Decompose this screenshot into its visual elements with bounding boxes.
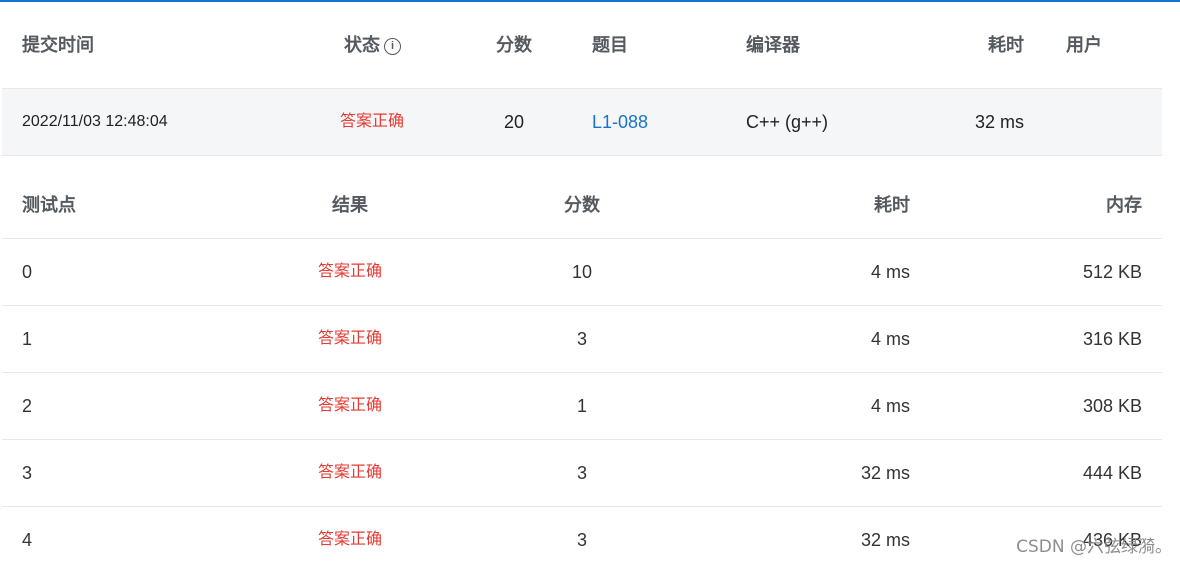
header-problem: 题目 [592,35,628,55]
testcase-duration: 4 ms [870,262,910,282]
table-row: 4 答案正确 3 32 ms 436 KB [2,507,1162,573]
testcase-score: 3 [576,530,587,550]
testcase-result: 答案正确 [317,464,382,481]
testcase-memory: 512 KB [1082,262,1142,282]
testcase-result: 答案正确 [317,531,382,548]
submission-score: 20 [504,112,525,132]
testcase-duration: 4 ms [870,329,910,349]
testcase-rows: 0 答案正确 10 4 ms 512 KB 1 答案正确 3 4 ms 316 … [2,239,1162,573]
testcase-duration: 4 ms [870,396,910,416]
testcase-result: 答案正确 [317,397,382,414]
table-row: 2 答案正确 1 4 ms 308 KB [2,373,1162,440]
testcase-memory: 316 KB [1082,329,1142,349]
testcase-score: 3 [576,329,587,349]
submission-table-header: 提交时间 状态 i 分数 题目 编译器 耗时 用户 [2,2,1162,89]
header-compiler: 编译器 [746,35,800,55]
testcase-id: 3 [22,463,33,483]
testcase-id: 4 [22,530,33,550]
testcase-id: 1 [22,329,33,349]
header-submit-time: 提交时间 [22,35,94,55]
testcase-duration: 32 ms [860,463,910,483]
testcase-score: 10 [571,262,593,282]
testcase-id: 2 [22,396,33,416]
testcase-id: 0 [22,262,33,282]
testcase-score: 1 [576,396,587,416]
testcase-duration: 32 ms [860,530,910,550]
compiler: C++ (g++) [746,112,829,132]
header-status-label: 状态 [344,35,380,55]
testcase-memory: 444 KB [1082,463,1142,483]
submission-duration: 32 ms [975,112,1025,132]
testcase-result: 答案正确 [317,330,382,347]
testcase-memory: 308 KB [1082,396,1142,416]
testcase-score: 3 [576,463,587,483]
header-status: 状态 i [344,2,401,88]
header-duration: 耗时 [988,35,1024,55]
table-row: 1 答案正确 3 4 ms 316 KB [2,306,1162,373]
header-user: 用户 [1066,35,1102,55]
header-score: 分数 [496,35,532,55]
table-row: 0 答案正确 10 4 ms 512 KB [2,239,1162,306]
submit-time: 2022/11/03 12:48:04 [22,113,168,130]
submission-row: 2022/11/03 12:48:04 答案正确 20 L1-088 C++ (… [2,89,1162,156]
testcase-result: 答案正确 [317,263,382,280]
info-icon[interactable]: i [384,38,401,55]
table-row: 3 答案正确 3 32 ms 444 KB [2,440,1162,507]
submission-detail: 提交时间 状态 i 分数 题目 编译器 耗时 用户 2022/11/03 12:4… [2,2,1162,573]
csdn-watermark: CSDN @六弦绿漪。 [1016,537,1172,557]
submission-status: 答案正确 [340,113,405,130]
testcase-table-header: 测试点 结果 分数 耗时 内存 [2,156,1162,239]
problem-link[interactable]: L1-088 [592,89,648,155]
